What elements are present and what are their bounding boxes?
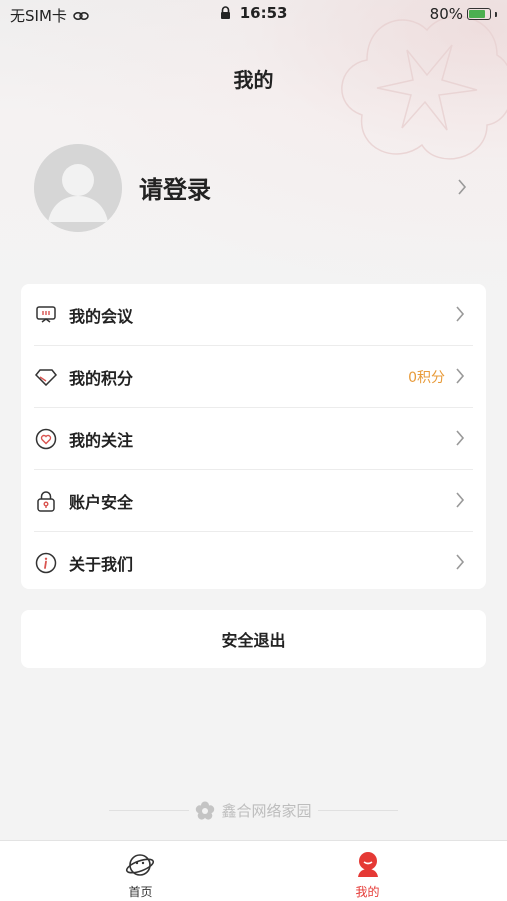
status-bar: 无SIM卡 16:53 80% (0, 0, 507, 28)
user-icon (358, 852, 378, 877)
info-icon (35, 552, 57, 574)
battery-percent: 80% (429, 5, 463, 23)
chevron-right-icon (456, 554, 465, 570)
battery-icon (467, 8, 491, 20)
brand-name: 鑫合网络家园 (221, 802, 312, 820)
logout-button[interactable]: 安全退出 (21, 610, 486, 668)
page-title: 我的 (233, 68, 274, 92)
tab-bar: 首页 我的 (0, 840, 507, 901)
menu-item-meetings[interactable]: 我的会议 (34, 284, 473, 346)
menu-card: 我的会议 我的积分 0积分 我的关注 账户安全 关于我们 (21, 284, 486, 589)
battery-fill (469, 10, 485, 18)
avatar[interactable] (34, 144, 122, 232)
login-text[interactable]: 请登录 (139, 170, 211, 205)
menu-label: 我的会议 (69, 306, 134, 326)
chevron-right-icon (456, 430, 465, 446)
monitor-icon (35, 304, 57, 326)
planet-icon (125, 854, 155, 876)
divider (109, 810, 190, 811)
status-right: 80% (430, 5, 497, 23)
menu-item-about-us[interactable]: 关于我们 (34, 532, 473, 593)
default-avatar-icon (34, 144, 122, 232)
tab-mine[interactable]: 我的 (241, 841, 494, 901)
menu-item-points[interactable]: 我的积分 0积分 (34, 346, 473, 408)
tab-label: 我的 (355, 885, 380, 899)
menu-item-follows[interactable]: 我的关注 (34, 408, 473, 470)
chevron-right-icon (456, 368, 465, 384)
chevron-right-icon (456, 306, 465, 322)
brand-flower-icon (196, 801, 215, 820)
footer-brand: 鑫合网络家园 (0, 800, 507, 821)
chevron-right-icon[interactable] (457, 178, 467, 196)
chevron-right-icon (456, 492, 465, 508)
tab-label: 首页 (128, 885, 153, 899)
menu-label: 账户安全 (69, 492, 134, 512)
points-value: 0积分 (408, 369, 445, 386)
menu-label: 我的关注 (69, 430, 134, 450)
divider (317, 810, 398, 811)
diamond-icon (35, 366, 57, 388)
time-text: 16:53 (239, 4, 288, 22)
profile-login-row[interactable]: 请登录 (20, 142, 487, 234)
lock-status-icon (220, 6, 230, 19)
tab-home[interactable]: 首页 (14, 841, 267, 901)
menu-item-account-security[interactable]: 账户安全 (34, 470, 473, 532)
lock-icon (35, 490, 57, 512)
menu-label: 关于我们 (69, 554, 134, 574)
battery-tip (495, 11, 497, 17)
heart-icon (35, 428, 57, 450)
menu-label: 我的积分 (69, 368, 134, 388)
